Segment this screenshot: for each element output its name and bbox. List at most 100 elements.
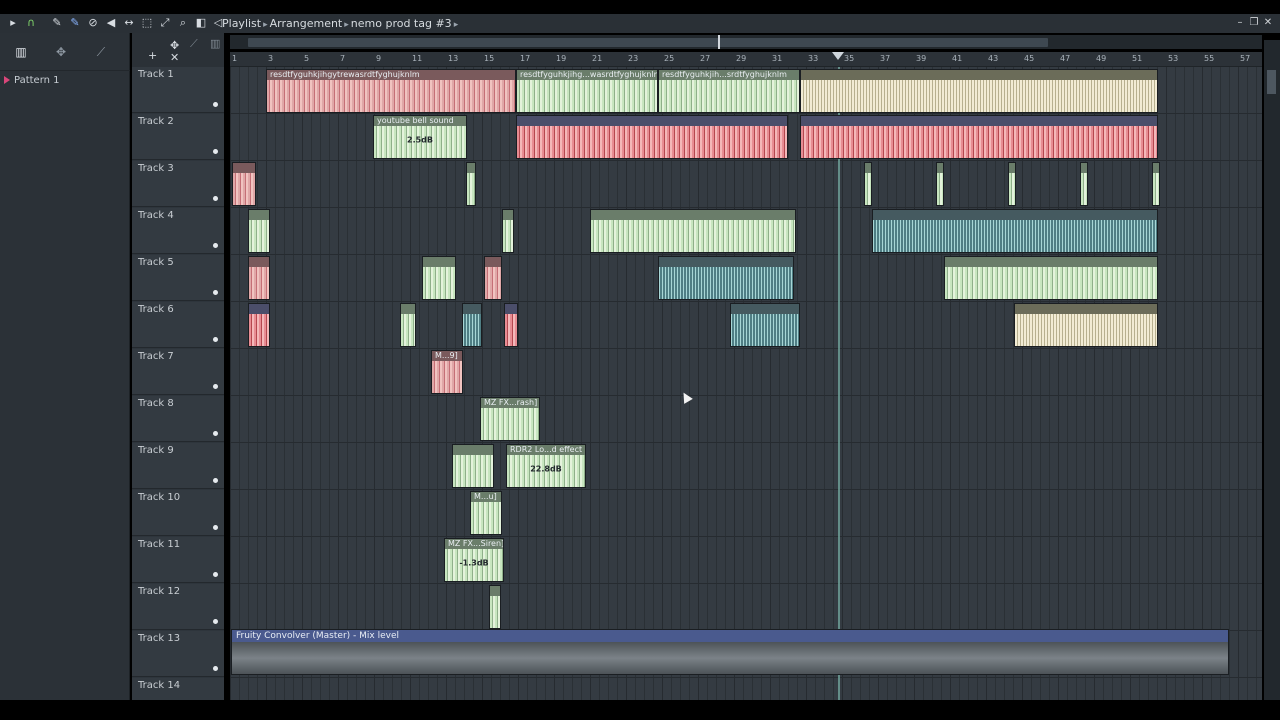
track-header[interactable]: Track 13 — [132, 631, 224, 677]
audio-clip[interactable]: resdtfyguhkjih...srdtfyghujknlm — [658, 69, 800, 113]
audio-clip[interactable]: MZ FX...Siren] -1.3dB — [444, 538, 504, 582]
track-enable-dot[interactable] — [213, 666, 218, 671]
audio-clip[interactable]: youtube bell sound 2.5dB — [373, 115, 467, 159]
audio-clip[interactable] — [400, 303, 416, 347]
audio-clip[interactable] — [1152, 162, 1160, 206]
play-small-icon[interactable]: ▸ — [6, 16, 20, 30]
audio-clip[interactable]: resdtfyguhkjihgytrewasrdtfyghujknlm — [266, 69, 516, 113]
restore-icon[interactable]: ❐ — [1248, 16, 1260, 30]
audio-clip[interactable] — [936, 162, 944, 206]
vertical-scrollbar[interactable] — [1264, 40, 1280, 700]
paint-icon[interactable]: ✎ — [68, 16, 82, 30]
automation-clip[interactable]: Fruity Convolver (Master) - Mix level — [231, 629, 1229, 675]
track-header[interactable]: Track 7 — [132, 349, 224, 395]
track-header[interactable]: Track 2 — [132, 114, 224, 160]
track-header[interactable]: Track 6 — [132, 302, 224, 348]
audio-clip[interactable] — [1014, 303, 1158, 347]
waveform — [1009, 173, 1015, 205]
track-enable-dot[interactable] — [213, 619, 218, 624]
track-enable-dot[interactable] — [213, 337, 218, 342]
audio-clip[interactable] — [232, 162, 256, 206]
piano-icon[interactable]: ▥ — [12, 45, 30, 59]
track-header[interactable]: Track 8 — [132, 396, 224, 442]
track-enable-dot[interactable] — [213, 478, 218, 483]
audio-clip[interactable]: RDR2 Lo...d effect 22.8dB — [506, 444, 586, 488]
slip-icon[interactable]: ↔ — [122, 16, 136, 30]
delete-icon[interactable]: ⊘ — [86, 16, 100, 30]
track-header[interactable]: Track 1 — [132, 67, 224, 113]
track-header[interactable]: Track 3 — [132, 161, 224, 207]
audio-clip[interactable] — [504, 303, 518, 347]
row-line — [230, 677, 1262, 678]
audio-clip[interactable] — [248, 209, 270, 253]
playhead-marker-icon[interactable] — [832, 52, 844, 60]
audio-clip[interactable]: M...9] — [431, 350, 463, 394]
audio-clip[interactable] — [730, 303, 800, 347]
track-header[interactable]: Track 11 — [132, 537, 224, 583]
audio-clip[interactable]: resdtfyguhkjihg...wasrdtfyghujknlm — [516, 69, 658, 113]
waveform — [517, 80, 657, 112]
audio-clip[interactable] — [489, 585, 501, 629]
audio-clip[interactable] — [484, 256, 502, 300]
scrollbar-thumb[interactable] — [248, 38, 1048, 47]
track-header[interactable]: Track 5 — [132, 255, 224, 301]
close-icon[interactable]: ✕ — [1262, 16, 1274, 30]
audio-clip[interactable]: M...u] — [470, 491, 502, 535]
track-enable-dot[interactable] — [213, 384, 218, 389]
audio-clip[interactable] — [800, 69, 1158, 113]
link-icon[interactable]: ⟋ — [190, 37, 198, 51]
track-header[interactable]: Track 4 — [132, 208, 224, 254]
song-position-marker[interactable] — [718, 35, 720, 49]
move-icon[interactable]: ✥ — [52, 45, 70, 59]
track-enable-dot[interactable] — [213, 525, 218, 530]
audio-clip[interactable] — [1008, 162, 1016, 206]
minimize-icon[interactable]: – — [1234, 16, 1246, 30]
audio-clip[interactable] — [658, 256, 794, 300]
vertical-scroll-thumb[interactable] — [1267, 70, 1276, 94]
ruler-tick: 51 — [1132, 54, 1143, 63]
audio-clip[interactable]: MZ FX...rash] — [480, 397, 540, 441]
playlist-grid[interactable]: resdtfyguhkjihgytrewasrdtfyghujknlm resd… — [230, 67, 1262, 700]
timeline-ruler[interactable]: 1 3 5 7 9 11 13 15 17 19 21 23 25 27 29 31 33 35 37 39 41 43 4… — [230, 52, 1262, 67]
track-enable-dot[interactable] — [213, 290, 218, 295]
magnet-icon[interactable]: ∩ — [24, 16, 38, 30]
pattern-item[interactable]: Pattern 1 — [4, 73, 60, 87]
mute-icon[interactable]: ◀ — [104, 16, 118, 30]
audio-clip[interactable] — [1080, 162, 1088, 206]
ruler-tick: 35 — [844, 54, 855, 63]
audio-clip[interactable] — [422, 256, 456, 300]
audio-clip[interactable] — [466, 162, 476, 206]
track-header[interactable]: Track 14 — [132, 678, 224, 700]
audio-clip[interactable] — [248, 303, 270, 347]
track-header[interactable]: Track 10 — [132, 490, 224, 536]
playhead-line[interactable] — [838, 67, 840, 700]
close-icon[interactable]: ✕ — [170, 51, 179, 64]
track-enable-dot[interactable] — [213, 196, 218, 201]
audio-clip[interactable] — [462, 303, 482, 347]
piano-icon[interactable]: ▥ — [210, 37, 220, 50]
add-icon[interactable]: + — [148, 49, 157, 62]
track-enable-dot[interactable] — [213, 102, 218, 107]
audio-clip[interactable] — [590, 209, 796, 253]
track-header[interactable]: Track 12 — [132, 584, 224, 630]
audio-clip[interactable] — [864, 162, 872, 206]
zoom-in-icon[interactable]: ⤢ — [158, 16, 172, 30]
grid-line — [1067, 67, 1068, 700]
audio-clip[interactable] — [872, 209, 1158, 253]
audio-clip[interactable] — [248, 256, 270, 300]
audio-clip[interactable] — [502, 209, 514, 253]
zoom-icon[interactable]: ⌕ — [176, 16, 190, 30]
select-icon[interactable]: ⬚ — [140, 16, 154, 30]
pencil-icon[interactable]: ✎ — [50, 16, 64, 30]
track-enable-dot[interactable] — [213, 243, 218, 248]
link-icon[interactable]: ⟋ — [92, 45, 110, 59]
audio-clip[interactable] — [452, 444, 494, 488]
track-enable-dot[interactable] — [213, 572, 218, 577]
track-header[interactable]: Track 9 — [132, 443, 224, 489]
audio-clip[interactable] — [944, 256, 1158, 300]
audio-clip[interactable] — [800, 115, 1158, 159]
audio-clip[interactable] — [516, 115, 788, 159]
track-enable-dot[interactable] — [213, 431, 218, 436]
playback-icon[interactable]: ◧ — [194, 16, 208, 30]
track-enable-dot[interactable] — [213, 149, 218, 154]
